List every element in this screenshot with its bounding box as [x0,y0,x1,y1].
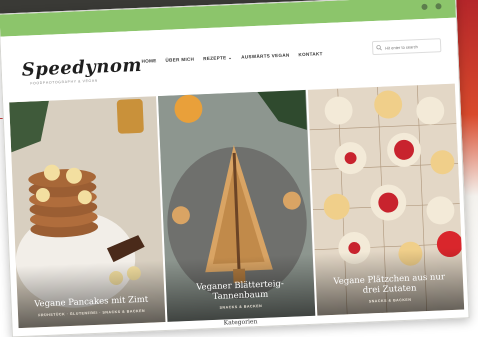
post-title[interactable]: Vegane Plätzchen aus nur drei Zutaten [315,273,463,299]
featured-posts: Vegane Pancakes mit Zimt FRÜHSTÜCK · GLU… [9,83,465,329]
post-caption: Vegane Plätzchen aus nur drei Zutaten SN… [314,247,465,316]
search-icon [376,45,382,51]
search-input[interactable] [385,42,436,51]
nav-item-ueber-mich[interactable]: ÜBER MICH [165,57,194,64]
post-card-pancakes[interactable]: Vegane Pancakes mit Zimt FRÜHSTÜCK · GLU… [9,96,166,329]
search-box[interactable] [371,38,442,56]
nav-item-rezepte[interactable]: REZEPTE ⌄ [203,55,232,62]
post-category[interactable]: FRÜHSTÜCK · GLUTENFREI · SNACKS & BACKEN [38,309,145,317]
post-card-tannenbaum[interactable]: Veganer Blätterteig-Tannenbaum SNACKS & … [158,89,315,322]
post-caption: Vegane Pancakes mit Zimt FRÜHSTÜCK · GLU… [16,260,166,329]
site-logo[interactable]: Speedynom [21,55,142,81]
window-controls [421,3,442,11]
post-category[interactable]: SNACKS & BACKEN [369,298,412,304]
post-category[interactable]: SNACKS & BACKEN [219,304,262,310]
nav-item-auswaerts-vegan[interactable]: AUSWÄRTS VEGAN [241,53,290,61]
post-card-plaetzchen[interactable]: Vegane Plätzchen aus nur drei Zutaten SN… [307,83,465,316]
main-nav: HOME ÜBER MICH REZEPTE ⌄ AUSWÄRTS VEGAN … [141,51,322,65]
post-caption: Veganer Blätterteig-Tannenbaum SNACKS & … [165,253,315,322]
browser-window: Speedynom FOODPHOTOGRAPHY & VEGAN HOME Ü… [0,0,470,337]
nav-item-home[interactable]: HOME [141,58,156,65]
nav-item-kontakt[interactable]: KONTAKT [298,51,322,58]
post-title[interactable]: Veganer Blätterteig-Tannenbaum [166,279,314,305]
window-dot-icon[interactable] [435,3,442,10]
window-dot-icon[interactable] [421,3,428,11]
